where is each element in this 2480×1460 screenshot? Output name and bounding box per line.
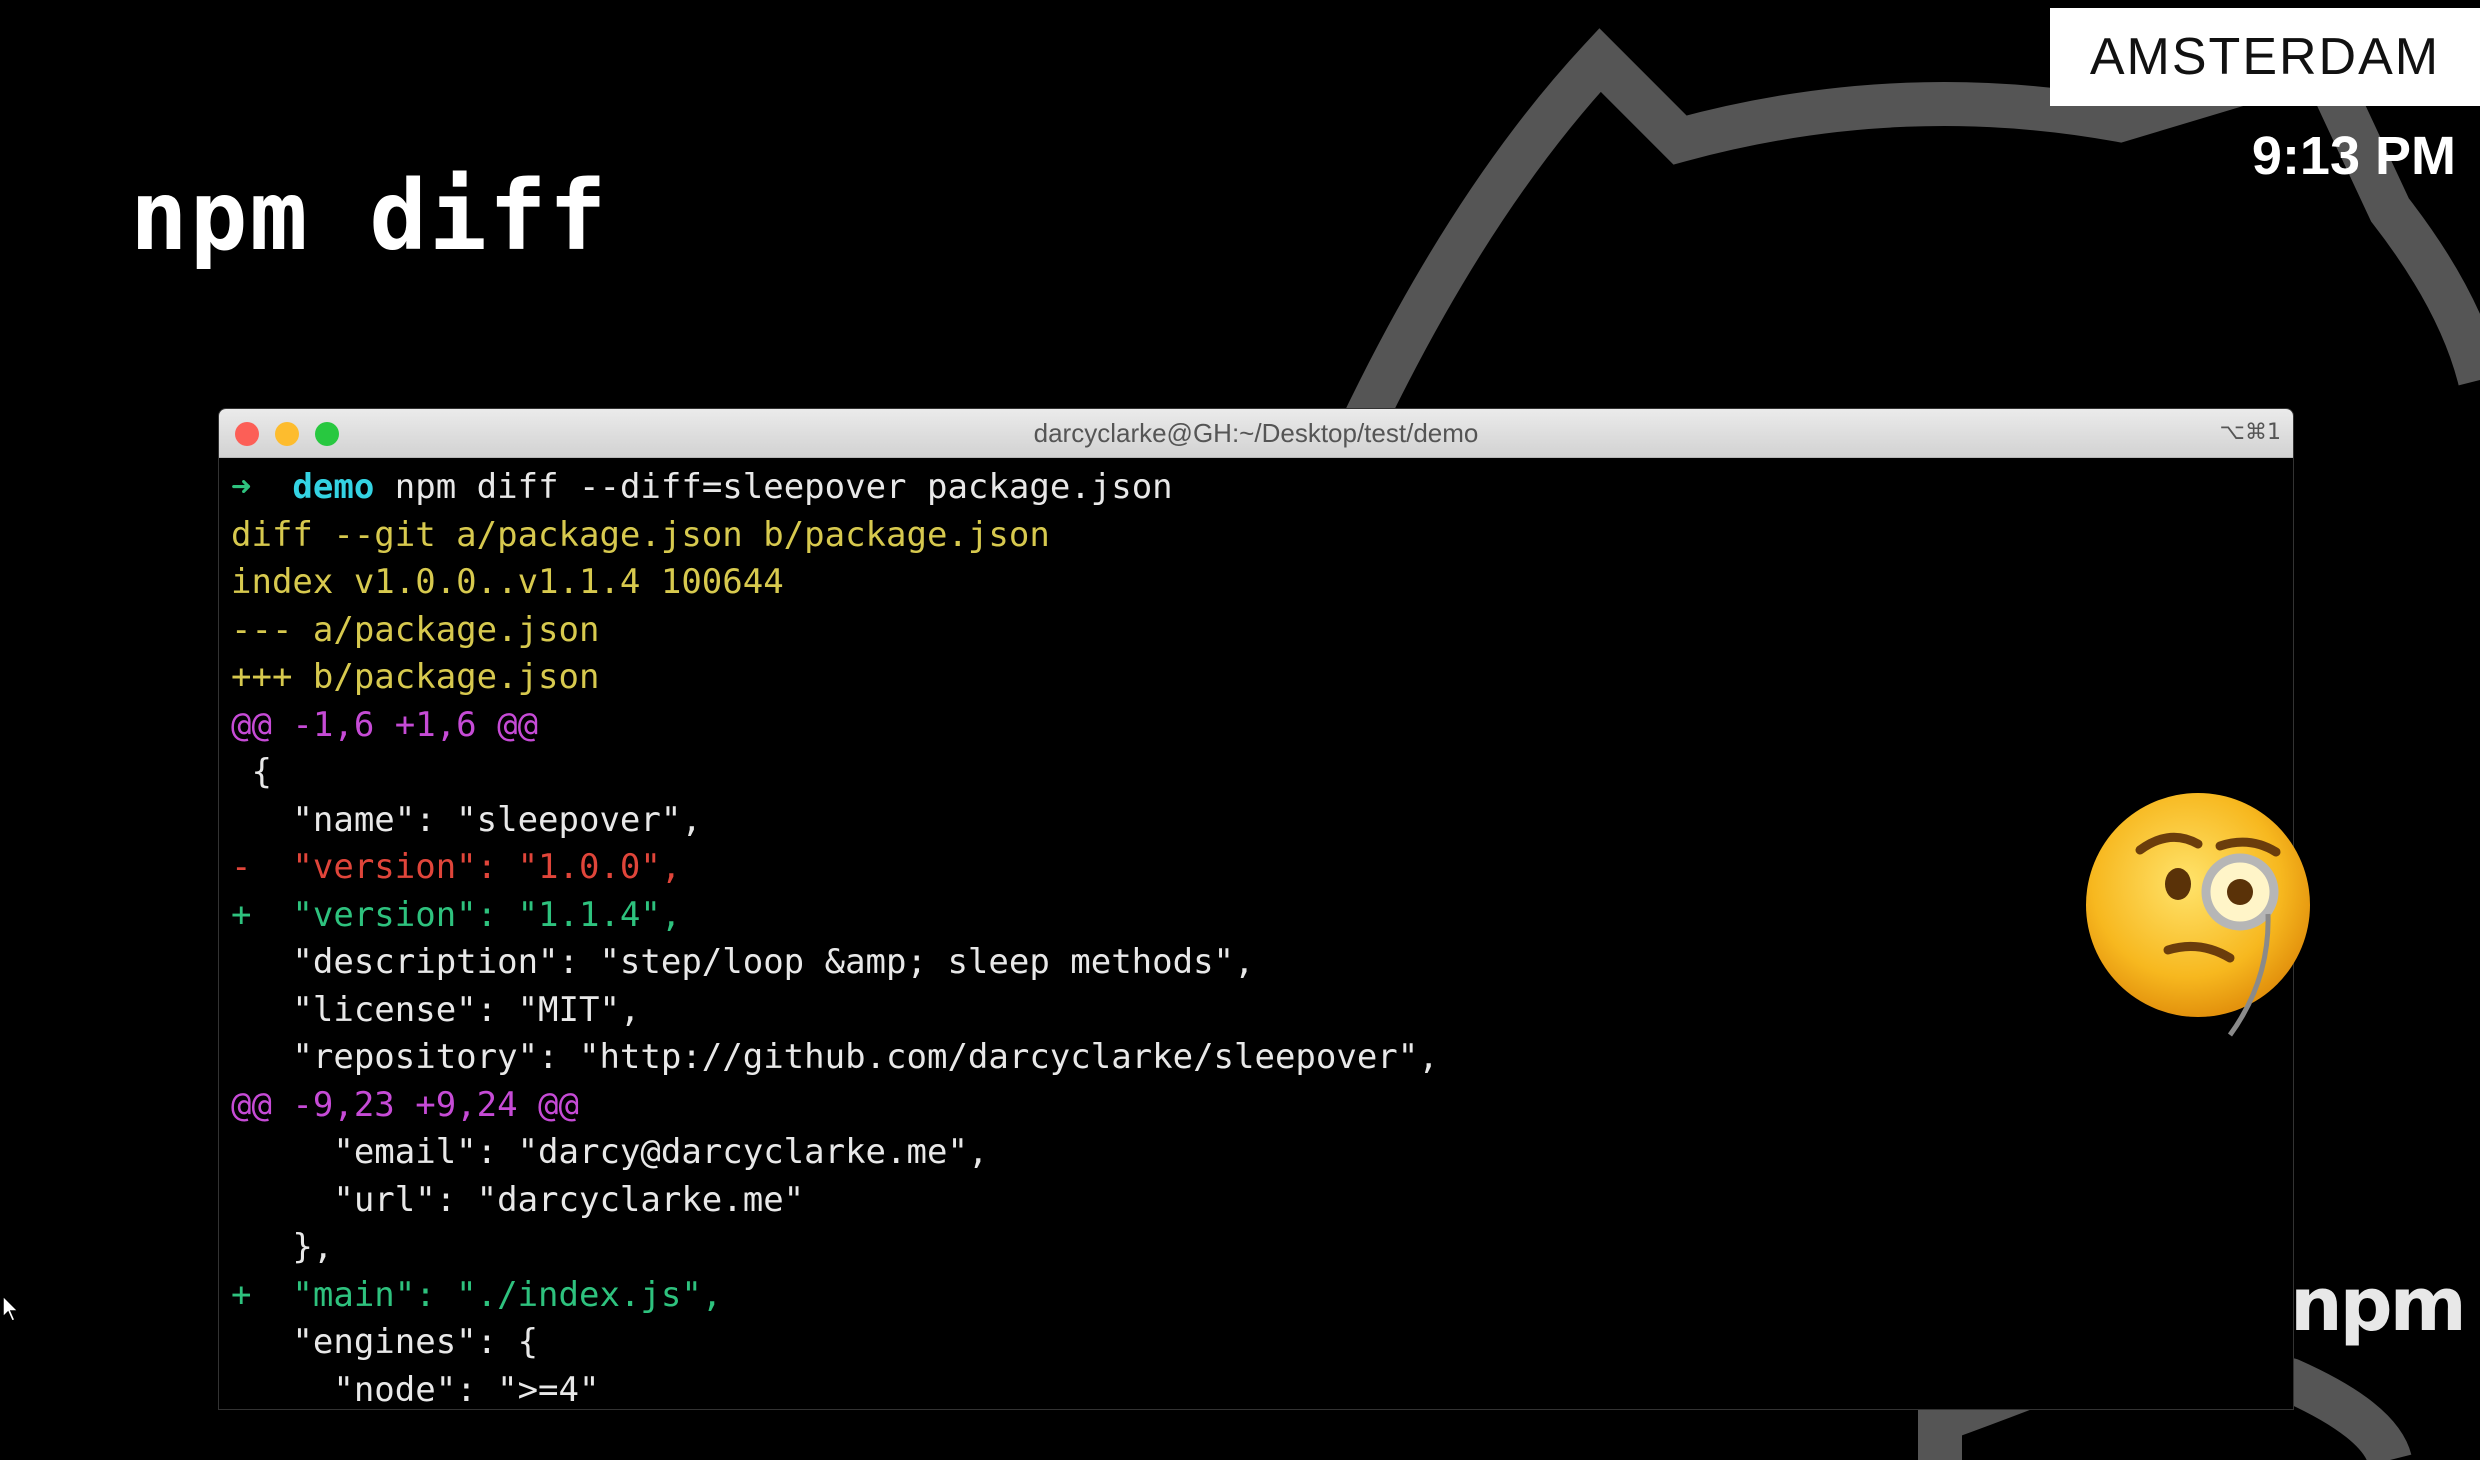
face-with-monocle-icon (2086, 793, 2310, 1037)
terminal-line: { (231, 749, 2293, 797)
terminal-text-segment: "url": "darcyclarke.me" (231, 1179, 805, 1220)
terminal-text-segment: "repository": "http://github.com/darcycl… (231, 1037, 1439, 1077)
terminal-line: + "main": "./index.js", (231, 1272, 2293, 1320)
city-badge: AMSTERDAM (2050, 8, 2480, 106)
terminal-line: "engines": { (231, 1319, 2293, 1367)
terminal-text-segment: + "main": "./index.js", (231, 1274, 723, 1315)
terminal-text-segment: @@ -1,6 +1,6 @@ (231, 704, 539, 745)
terminal-text-segment: - "version": "1.0.0", (231, 847, 682, 887)
terminal-text-segment: "description": "step/loop &amp; sleep me… (231, 942, 1255, 982)
terminal-shortcut-label: ⌥⌘1 (2219, 420, 2281, 445)
terminal-text-segment: { (231, 752, 272, 792)
terminal-text-segment: }, (231, 1227, 334, 1267)
terminal-text-segment: "email": "darcy@darcyclarke.me", (231, 1132, 989, 1172)
terminal-titlebar: darcyclarke@GH:~/Desktop/test/demo ⌥⌘1 (219, 409, 2293, 458)
terminal-text-segment: demo (292, 467, 375, 507)
terminal-line: @@ -9,23 +9,24 @@ (231, 1082, 2293, 1130)
terminal-text-segment: "node": ">=4" (231, 1369, 600, 1410)
terminal-text-segment: index v1.0.0..v1.1.4 100644 (231, 562, 784, 602)
terminal-title: darcyclarke@GH:~/Desktop/test/demo (1033, 418, 1479, 448)
terminal-line: "license": "MIT", (231, 987, 2293, 1035)
terminal-text-segment: "name": "sleepover", (231, 799, 702, 840)
terminal-line: - "version": "1.0.0", (231, 844, 2293, 892)
terminal-line: "repository": "http://github.com/darcycl… (231, 1034, 2293, 1082)
clock-time: 9:13 PM (2251, 126, 2456, 186)
terminal-line: ➜ demo npm diff --diff=sleepover package… (231, 464, 2293, 512)
terminal-text-segment: @@ -9,23 +9,24 @@ (231, 1084, 579, 1125)
terminal-line: +++ b/package.json (231, 654, 2293, 702)
terminal-text-segment: + "version": "1.1.4", (231, 894, 682, 935)
terminal-line: "url": "darcyclarke.me" (231, 1177, 2293, 1225)
slide-title: npm diff (130, 160, 609, 272)
terminal-text-segment: "engines": { (231, 1322, 539, 1362)
npm-logo: npm (2290, 1262, 2467, 1348)
terminal-line: }, (231, 1224, 2293, 1272)
terminal-line: "email": "darcy@darcyclarke.me", (231, 1129, 2293, 1177)
terminal-line: "name": "sleepover", (231, 797, 2293, 845)
terminal-text-segment: ➜ (231, 467, 293, 507)
terminal-line: "node": ">=4" (231, 1367, 2293, 1410)
mouse-pointer-icon (2, 1295, 20, 1322)
terminal-text-segment: diff --git a/package.json b/package.json (231, 514, 1050, 555)
terminal-text-segment: npm diff --diff=sleepover package.json (374, 467, 1173, 507)
terminal-line: --- a/package.json (231, 607, 2293, 655)
terminal-text-segment: --- a/package.json (231, 609, 600, 650)
terminal-line: + "version": "1.1.4", (231, 892, 2293, 940)
terminal-line: diff --git a/package.json b/package.json (231, 512, 2293, 560)
terminal-line: "description": "step/loop &amp; sleep me… (231, 939, 2293, 987)
terminal-line: index v1.0.0..v1.1.4 100644 (231, 559, 2293, 607)
terminal-text-segment: +++ b/package.json (231, 657, 600, 697)
terminal-window: darcyclarke@GH:~/Desktop/test/demo ⌥⌘1 ➜… (218, 408, 2294, 1410)
terminal-line: @@ -1,6 +1,6 @@ (231, 702, 2293, 750)
terminal-text-segment: "license": "MIT", (231, 989, 641, 1030)
terminal-output[interactable]: ➜ demo npm diff --diff=sleepover package… (219, 458, 2293, 1410)
